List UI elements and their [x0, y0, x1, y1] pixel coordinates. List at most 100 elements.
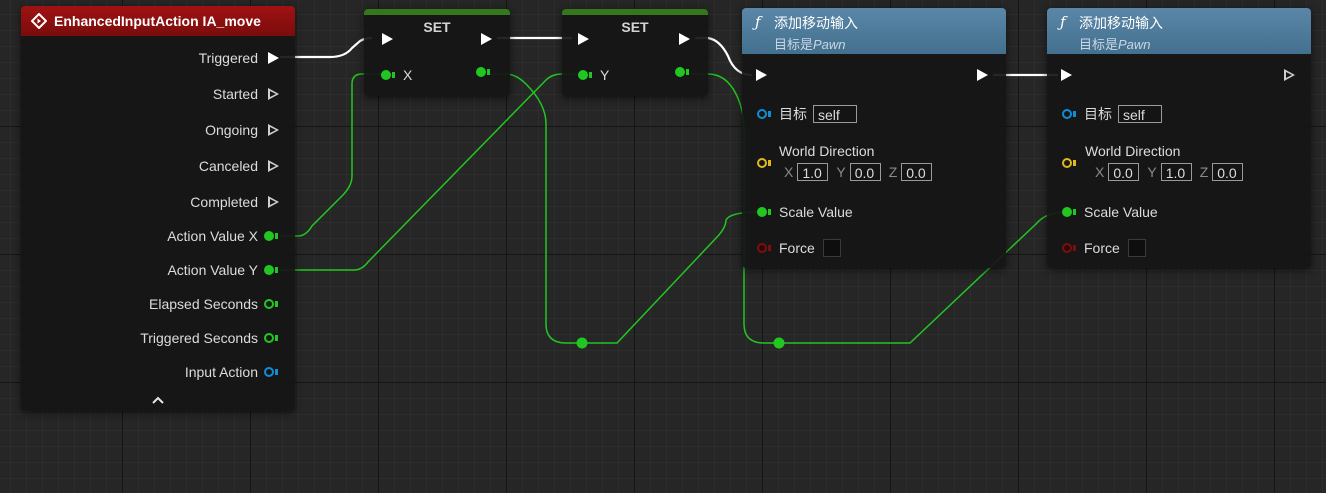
vector-pin-icon[interactable]: [757, 158, 767, 168]
vector-pin-icon[interactable]: [1062, 158, 1072, 168]
float-pin-icon[interactable]: [264, 299, 274, 309]
func-node-1-title: 添加移动输入: [774, 15, 858, 31]
pin-scale-value[interactable]: Scale Value: [757, 204, 853, 220]
direction-z-field[interactable]: 0.0: [1212, 163, 1244, 181]
subtitle-prefix: 目标是: [774, 37, 814, 52]
pin-nub: [275, 335, 278, 341]
float-pin-icon[interactable]: [1062, 207, 1072, 217]
x-axis-label: X: [784, 164, 794, 180]
pin-label-completed: Completed: [190, 194, 258, 210]
exec-out-icon[interactable]: [977, 69, 988, 81]
pin-canceled[interactable]: Canceled: [199, 158, 279, 174]
reroute-knot-2[interactable]: [773, 337, 785, 349]
add-movement-input-node-2[interactable]: ƒ 添加移动输入 目标是Pawn 目标 self World Direction…: [1047, 8, 1311, 268]
reroute-knot-1[interactable]: [576, 337, 588, 349]
bool-pin-icon[interactable]: [757, 243, 767, 253]
pin-target[interactable]: 目标 self: [757, 104, 857, 124]
float-pin-icon[interactable]: [675, 67, 685, 77]
float-pin-icon[interactable]: [381, 70, 391, 80]
pin-target[interactable]: 目标 self: [1062, 104, 1162, 124]
pin-triggered-seconds[interactable]: Triggered Seconds: [140, 330, 278, 346]
event-diamond-icon: [31, 13, 47, 29]
exec-out-icon[interactable]: [268, 124, 279, 136]
object-pin-icon[interactable]: [757, 109, 767, 119]
pin-world-direction[interactable]: [757, 158, 771, 168]
pin-label-triggered: Triggered: [198, 50, 258, 66]
world-direction-label: World Direction: [779, 143, 875, 159]
subtitle-class: Pawn: [1118, 37, 1151, 52]
pin-elapsed-seconds[interactable]: Elapsed Seconds: [149, 296, 278, 312]
direction-x-field[interactable]: 1.0: [797, 163, 829, 181]
exec-out-icon[interactable]: [268, 160, 279, 172]
force-checkbox[interactable]: [822, 239, 841, 257]
force-checkbox[interactable]: [1127, 239, 1146, 257]
pin-world-direction[interactable]: [1062, 158, 1076, 168]
exec-out-icon[interactable]: [1284, 69, 1295, 81]
set-node-x-header[interactable]: [364, 9, 510, 15]
pin-input-action[interactable]: Input Action: [185, 364, 278, 380]
pin-completed[interactable]: Completed: [190, 194, 279, 210]
pin-nub: [768, 209, 771, 215]
object-pin-icon[interactable]: [264, 367, 274, 377]
function-icon: ƒ: [755, 13, 761, 31]
pin-nub: [275, 369, 278, 375]
pin-force[interactable]: Force: [757, 239, 841, 257]
event-node-header[interactable]: EnhancedInputAction IA_move: [21, 6, 295, 36]
direction-y-field[interactable]: 0.0: [849, 163, 881, 181]
pin-triggered[interactable]: Triggered: [199, 50, 279, 66]
pin-set-x-input[interactable]: X: [381, 67, 412, 83]
pin-nub: [768, 111, 771, 117]
pin-nub: [768, 160, 771, 166]
set-node-x[interactable]: SET X: [364, 9, 510, 96]
target-field[interactable]: self: [813, 105, 857, 123]
exec-out-icon[interactable]: [268, 196, 279, 208]
set-node-y[interactable]: SET Y: [562, 9, 708, 96]
y-axis-label: Y: [1147, 164, 1157, 180]
exec-out-icon[interactable]: [679, 33, 690, 45]
pin-started[interactable]: Started: [213, 86, 279, 102]
func-node-1-header[interactable]: ƒ 添加移动输入 目标是Pawn: [742, 8, 1006, 54]
pin-set-y-output[interactable]: [675, 67, 689, 77]
func-node-2-header[interactable]: ƒ 添加移动输入 目标是Pawn: [1047, 8, 1311, 54]
exec-out-icon[interactable]: [268, 52, 279, 64]
exec-in-icon[interactable]: [382, 33, 393, 45]
set-node-y-header[interactable]: [562, 9, 708, 15]
exec-out-icon[interactable]: [481, 33, 492, 45]
exec-out-icon[interactable]: [268, 88, 279, 100]
exec-in-icon[interactable]: [756, 69, 767, 81]
x-axis-label: X: [1095, 164, 1105, 180]
pin-scale-value[interactable]: Scale Value: [1062, 204, 1158, 220]
pin-action-value-x[interactable]: Action Value X: [167, 228, 278, 244]
float-pin-icon[interactable]: [264, 265, 274, 275]
bool-pin-icon[interactable]: [1062, 243, 1072, 253]
direction-x-field[interactable]: 0.0: [1108, 163, 1140, 181]
subtitle-prefix: 目标是: [1079, 37, 1119, 52]
pin-force[interactable]: Force: [1062, 239, 1146, 257]
pin-label-started: Started: [212, 86, 258, 102]
float-pin-icon[interactable]: [476, 67, 486, 77]
pin-nub: [392, 72, 395, 78]
pin-nub: [768, 245, 771, 251]
func-node-2-subtitle: 目标是Pawn: [1079, 34, 1151, 53]
pin-set-x-output[interactable]: [476, 67, 490, 77]
object-pin-icon[interactable]: [1062, 109, 1072, 119]
pin-ongoing[interactable]: Ongoing: [205, 122, 279, 138]
add-movement-input-node-1[interactable]: ƒ 添加移动输入 目标是Pawn 目标 self World Direction…: [742, 8, 1006, 268]
pin-action-value-y[interactable]: Action Value Y: [167, 262, 278, 278]
world-direction-label: World Direction: [1085, 143, 1181, 159]
float-pin-icon[interactable]: [578, 70, 588, 80]
event-node-ia-move[interactable]: EnhancedInputAction IA_move Triggered St…: [21, 6, 295, 411]
float-pin-icon[interactable]: [264, 231, 274, 241]
direction-y-field[interactable]: 1.0: [1160, 163, 1192, 181]
pin-nub: [275, 301, 278, 307]
pin-set-y-input[interactable]: Y: [578, 67, 609, 83]
float-pin-icon[interactable]: [264, 333, 274, 343]
target-label: 目标: [1084, 106, 1112, 122]
float-pin-icon[interactable]: [757, 207, 767, 217]
target-field[interactable]: self: [1118, 105, 1162, 123]
direction-z-field[interactable]: 0.0: [901, 163, 933, 181]
exec-in-icon[interactable]: [578, 33, 589, 45]
chevron-up-icon[interactable]: [151, 395, 165, 405]
exec-in-icon[interactable]: [1061, 69, 1072, 81]
pin-label-triggered-seconds: Triggered Seconds: [140, 330, 258, 346]
